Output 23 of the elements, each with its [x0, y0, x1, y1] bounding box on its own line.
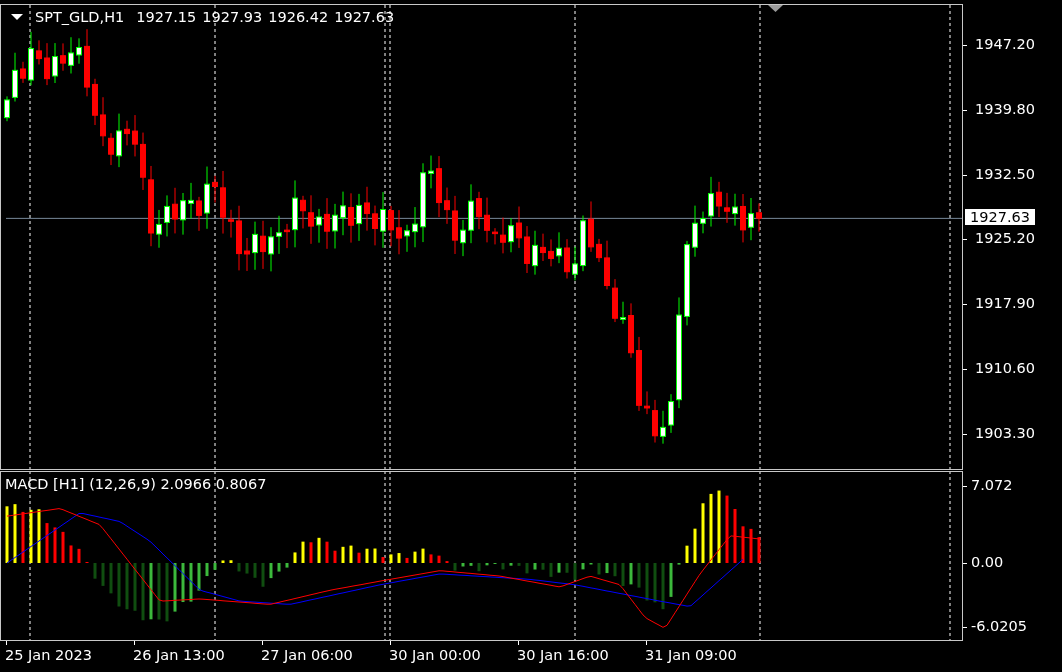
price-axis-label: 1947.20: [975, 36, 1035, 52]
macd-axis-label: 7.072: [971, 477, 1013, 493]
price-axis-label: 1925.20: [975, 230, 1035, 247]
time-axis-label: 30 Jan 00:00: [389, 647, 481, 663]
symbol-label: SPT_GLD,H1: [35, 9, 125, 25]
macd-label: MACD [H1] (12,26,9) 2.0966 0.8067: [5, 476, 267, 492]
time-axis-label: 31 Jan 09:00: [645, 647, 737, 663]
current-price-label: 1927.63: [965, 209, 1035, 226]
ohlc-value: 1926.42: [268, 9, 329, 25]
time-axis-label: 25 Jan 2023: [5, 647, 92, 663]
price-axis-label: 1910.60: [975, 360, 1035, 376]
macd-axis-label: 0.00: [971, 554, 1004, 570]
price-axis-label: 1932.50: [975, 165, 1035, 182]
ohlc-value: 1927.15: [136, 9, 197, 25]
price-axis-label: 1939.80: [975, 100, 1035, 117]
ohlc-value: 1927.93: [202, 9, 263, 25]
price-axis-label: 1917.90: [975, 295, 1035, 312]
ohlc-value: 1927.63: [334, 9, 395, 25]
time-axis-label: 30 Jan 16:00: [517, 647, 609, 663]
time-axis-label: 27 Jan 06:00: [261, 647, 353, 663]
time-axis-label: 26 Jan 13:00: [133, 647, 225, 663]
price-axis-label: 1903.30: [975, 424, 1035, 441]
macd-axis-label: -6.0205: [971, 618, 1027, 634]
